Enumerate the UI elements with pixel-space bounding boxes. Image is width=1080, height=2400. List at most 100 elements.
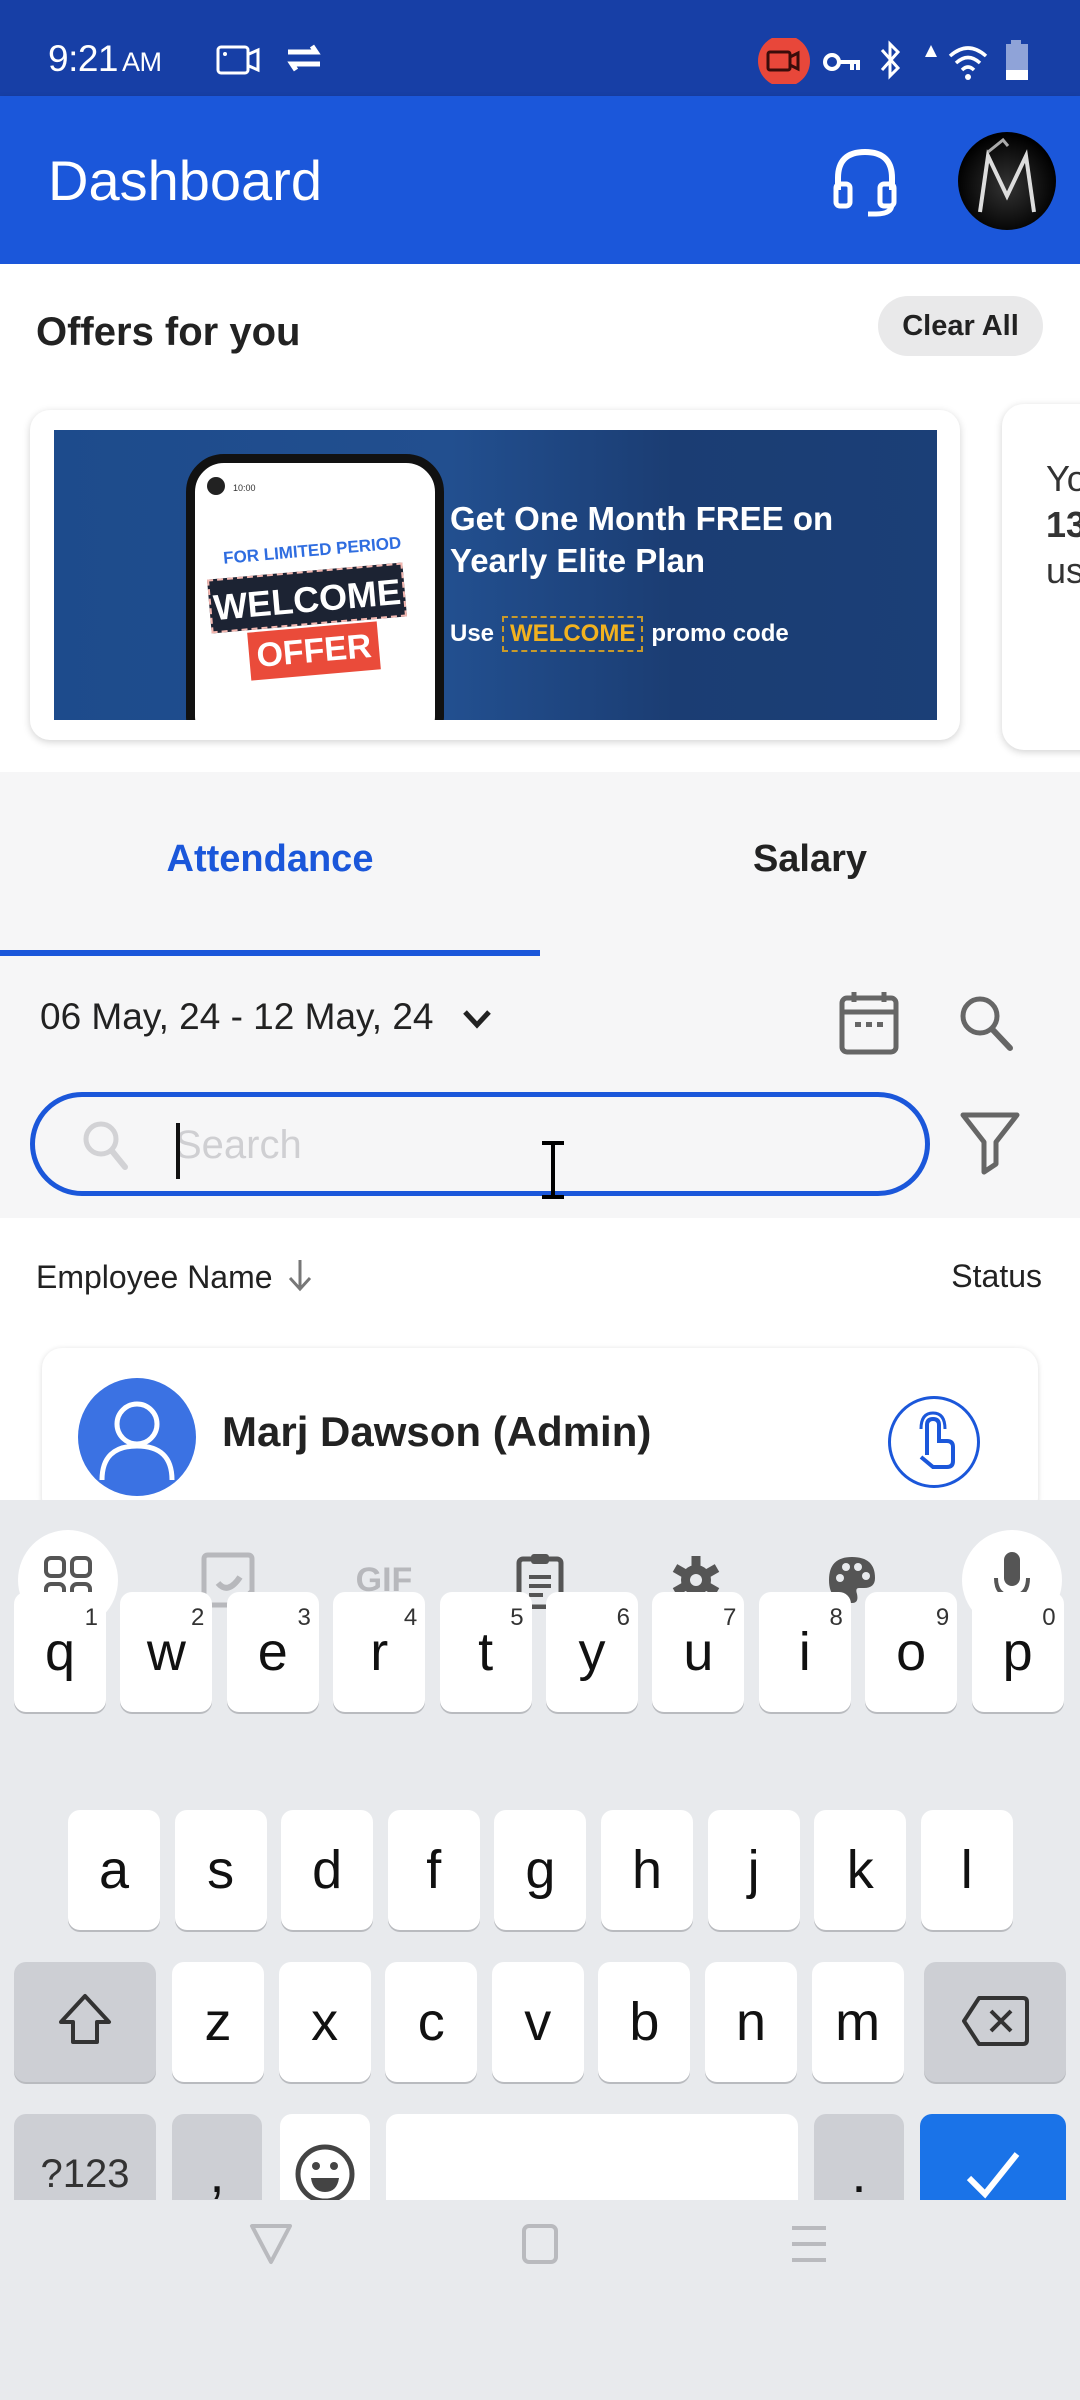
- key-z[interactable]: z: [172, 1962, 264, 2082]
- next-offer-card[interactable]: Yo 13 us: [1002, 404, 1080, 750]
- key-i[interactable]: i8: [758, 1592, 851, 1712]
- employee-list: Employee Name Status Marj Dawson (Admin): [0, 1218, 1080, 1518]
- tap-hand-icon: [919, 1411, 955, 1469]
- key-f[interactable]: f: [387, 1810, 480, 1930]
- key-hint-number: 7: [723, 1604, 737, 1631]
- key-hint-number: 4: [403, 1604, 418, 1631]
- text-cursor-icon: [542, 1141, 564, 1199]
- status-bar: 9:21 AM: [0, 0, 1080, 96]
- punch-in-button[interactable]: [888, 1396, 980, 1488]
- key-h[interactable]: h: [601, 1810, 693, 1930]
- video-camera-icon: [758, 38, 810, 84]
- search-field[interactable]: [30, 1092, 930, 1196]
- key-q[interactable]: q1: [14, 1592, 106, 1712]
- employee-avatar: [78, 1378, 196, 1496]
- key-hint-number: 1: [84, 1604, 98, 1631]
- tab-bar: Attendance Salary: [0, 772, 1080, 958]
- key-hint-number: 5: [510, 1604, 524, 1631]
- filter-icon[interactable]: [960, 1112, 1020, 1176]
- nav-recents-icon[interactable]: [788, 2224, 830, 2264]
- employee-row[interactable]: Marj Dawson (Admin): [42, 1348, 1038, 1518]
- key-n[interactable]: n: [705, 1962, 797, 2082]
- key-hint-number: 3: [297, 1604, 311, 1631]
- user-icon: [99, 1401, 175, 1481]
- key-hint-number: 0: [1042, 1604, 1056, 1631]
- key-j[interactable]: j: [707, 1810, 800, 1930]
- time-text: 9:21: [48, 38, 119, 79]
- key-d[interactable]: d: [281, 1810, 374, 1930]
- promo-suffix: promo code: [651, 620, 789, 647]
- sync-icon: [287, 44, 321, 72]
- next-card-line1: Yo: [1046, 458, 1080, 499]
- tab-salary[interactable]: Salary: [540, 838, 1080, 881]
- key-v[interactable]: v: [491, 1962, 584, 2082]
- limited-period-text: FOR LIMITED PERIOD: [222, 533, 402, 568]
- search-icon[interactable]: [958, 994, 1016, 1056]
- chevron-down-icon: [462, 1010, 491, 1029]
- key-g[interactable]: g: [494, 1810, 587, 1930]
- phone-illustration: 10:00 FOR LIMITED PERIOD WELCOME OFFER: [186, 454, 444, 720]
- key-p[interactable]: p0: [971, 1592, 1064, 1712]
- date-range-text: 06 May, 24 - 12 May, 24: [40, 996, 434, 1037]
- system-nav-bar: [0, 2200, 1080, 2400]
- search-input[interactable]: [175, 1115, 875, 1175]
- employee-name: Marj Dawson (Admin): [222, 1408, 652, 1455]
- promo-code: WELCOME: [502, 616, 644, 652]
- profile-avatar[interactable]: [958, 132, 1056, 230]
- key-u[interactable]: u7: [652, 1592, 745, 1712]
- key-o[interactable]: o9: [865, 1592, 958, 1712]
- page-title: Dashboard: [48, 149, 322, 212]
- phone-time: 10:00: [233, 483, 256, 493]
- banner-promo: Use WELCOME promo code: [450, 616, 789, 652]
- key-c[interactable]: c: [385, 1962, 478, 2082]
- key-x[interactable]: x: [278, 1962, 371, 2082]
- promo-prefix: Use: [450, 620, 495, 647]
- key-b[interactable]: b: [598, 1962, 691, 2082]
- nav-back-icon[interactable]: [248, 2222, 294, 2266]
- key-l[interactable]: l: [920, 1810, 1013, 1930]
- next-card-line2: 13: [1046, 504, 1080, 545]
- column-header-employee-name[interactable]: Employee Name: [36, 1258, 313, 1296]
- sort-arrow-down-icon: [289, 1260, 312, 1292]
- offer-banner[interactable]: 10:00 FOR LIMITED PERIOD WELCOME OFFER G…: [54, 430, 937, 720]
- backspace-key[interactable]: [924, 1962, 1066, 2082]
- status-time: 9:21 AM: [48, 38, 162, 80]
- key-w[interactable]: w2: [120, 1592, 213, 1712]
- nav-home-icon[interactable]: [520, 2222, 560, 2266]
- offers-section: Offers for you Clear All 10:00 FOR LIMIT…: [0, 264, 1080, 772]
- offers-title: Offers for you: [36, 310, 301, 354]
- bluetooth-icon: [880, 40, 901, 80]
- key-m[interactable]: m: [811, 1962, 904, 2082]
- shift-key[interactable]: [14, 1962, 156, 2082]
- key-hint-number: 2: [191, 1604, 205, 1631]
- calendar-icon[interactable]: [838, 990, 900, 1056]
- offer-card[interactable]: 10:00 FOR LIMITED PERIOD WELCOME OFFER G…: [30, 410, 960, 740]
- column-header-status: Status: [951, 1258, 1042, 1294]
- offer-tag: OFFER: [247, 621, 381, 681]
- key-e[interactable]: e3: [226, 1592, 319, 1712]
- key-y[interactable]: y6: [546, 1592, 638, 1712]
- headset-icon[interactable]: [830, 146, 900, 218]
- date-range-selector[interactable]: 06 May, 24 - 12 May, 24: [40, 996, 492, 1038]
- vpn-key-icon: [823, 53, 860, 71]
- data-arrow-icon: [925, 45, 937, 57]
- tab-attendance[interactable]: Attendance: [0, 838, 540, 881]
- key-s[interactable]: s: [174, 1810, 267, 1930]
- ampm-text: AM: [122, 47, 162, 77]
- key-t[interactable]: t5: [439, 1592, 532, 1712]
- clear-all-button[interactable]: Clear All: [878, 296, 1043, 356]
- next-card-line3: us: [1046, 550, 1080, 591]
- key-k[interactable]: k: [814, 1810, 907, 1930]
- banner-headline: Get One Month FREE on Yearly Elite Plan: [450, 500, 834, 579]
- active-tab-indicator: [0, 950, 540, 956]
- screen-record-icon: [216, 45, 260, 75]
- key-a[interactable]: a: [68, 1810, 160, 1930]
- text-caret: [176, 1123, 180, 1179]
- column-name-label: Employee Name: [36, 1259, 273, 1295]
- key-hint-number: 6: [616, 1604, 630, 1631]
- key-r[interactable]: r4: [333, 1592, 426, 1712]
- key-hint-number: 9: [935, 1604, 950, 1631]
- battery-icon: [1006, 40, 1028, 80]
- avatar-m-logo-icon: [978, 137, 1036, 213]
- key-hint-number: 8: [829, 1604, 843, 1631]
